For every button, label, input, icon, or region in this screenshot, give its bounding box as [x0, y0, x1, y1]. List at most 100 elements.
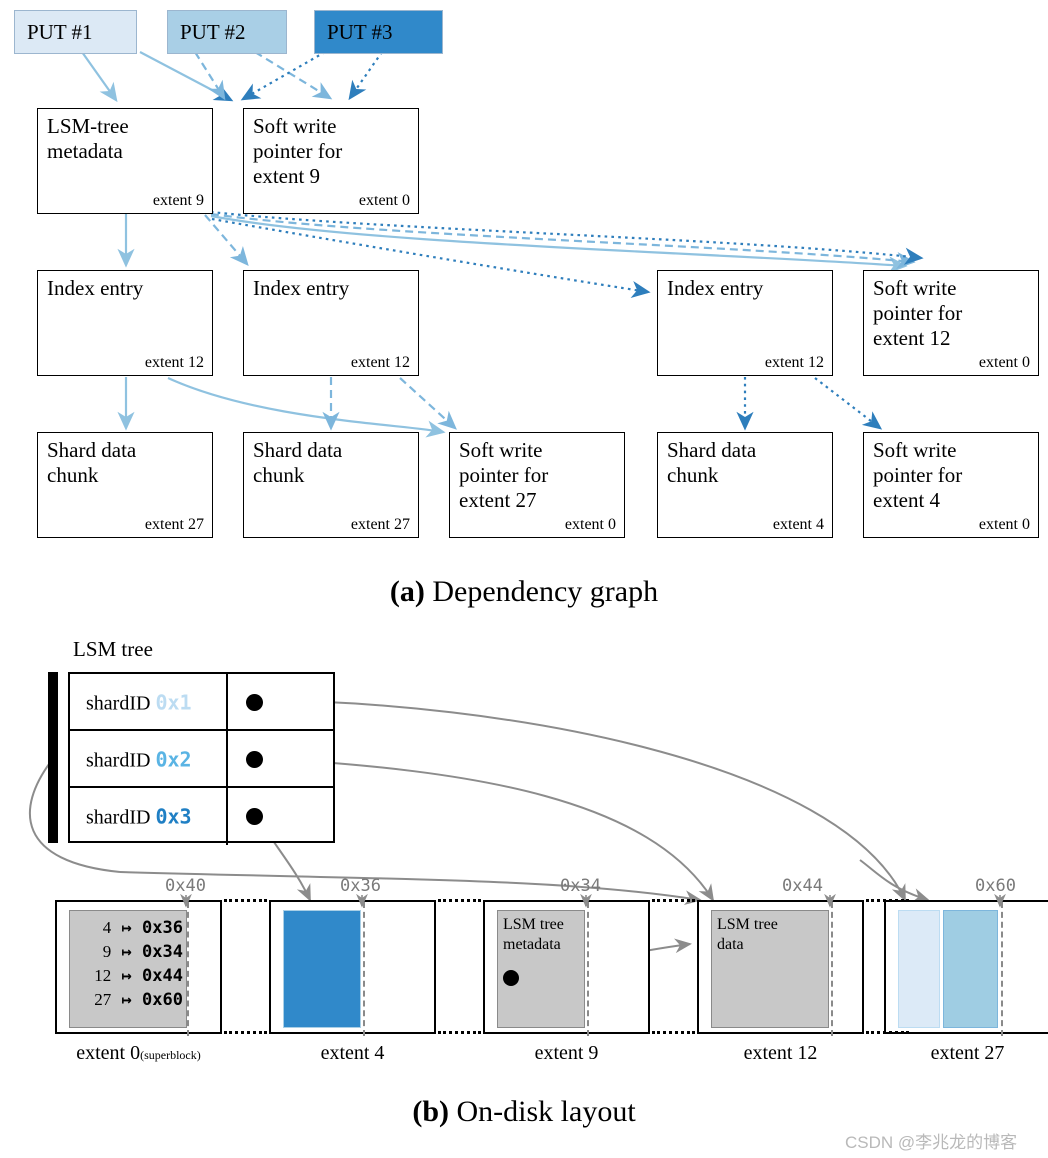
lsm-tree-side-bar	[48, 672, 58, 843]
extent-label-4: extent 4	[269, 1042, 436, 1065]
node-extent-label: extent 12	[144, 354, 204, 371]
disk-extent-12[interactable]: LSM tree data	[697, 900, 864, 1036]
node-extent-label: extent 0	[978, 354, 1030, 371]
shardid-value: 0x1	[155, 690, 192, 714]
mapping-arrow-icon: ↦	[121, 990, 132, 1010]
node-shard-data-chunk-2[interactable]: Shard data chunk extent 27	[243, 432, 419, 538]
put-box-2-label: PUT #2	[180, 19, 246, 44]
cell-divider	[226, 731, 228, 788]
node-shard-data-chunk-1[interactable]: Shard data chunk extent 27	[37, 432, 213, 538]
shard-row-label: shardID 0x3	[86, 804, 192, 829]
watermark: CSDN @李兆龙的博客	[845, 1133, 1018, 1152]
node-shard-data-chunk-3[interactable]: Shard data chunk extent 4	[657, 432, 833, 538]
offset-label-0x60: 0x60	[975, 876, 1016, 896]
put-box-2[interactable]: PUT #2	[167, 10, 287, 54]
node-index-entry-2[interactable]: Index entry extent 12	[243, 270, 419, 376]
cell-divider	[226, 674, 228, 731]
node-title: Index entry	[47, 276, 144, 300]
offset-label-0x36: 0x36	[340, 876, 381, 896]
mapping-arrow-icon: ↦	[121, 966, 132, 986]
mapping-key: 9	[102, 942, 112, 961]
node-extent-label: extent 4	[772, 516, 824, 533]
node-title: Index entry	[667, 276, 764, 300]
table-row[interactable]: shardID 0x3	[70, 788, 333, 845]
node-index-entry-1[interactable]: Index entry extent 12	[37, 270, 213, 376]
put-box-3[interactable]: PUT #3	[314, 10, 443, 54]
figure-root: PUT #1 PUT #2 PUT #3 LSM-tree metadata e…	[0, 0, 1048, 1158]
shardid-value: 0x2	[155, 747, 192, 771]
mapping-row: 27 ↦ 0x60	[71, 988, 183, 1012]
mapping-key: 27	[94, 990, 112, 1009]
node-extent-label: extent 0	[564, 516, 616, 533]
node-title: Soft write pointer for extent 12	[873, 276, 963, 350]
extent-gap-rail	[866, 1031, 909, 1034]
extent-sublabel: (superblock)	[140, 1048, 201, 1062]
mapping-value: 0x60	[142, 990, 183, 1010]
extent-label-text: extent 27	[930, 1042, 1005, 1064]
extent-label-text: extent 9	[534, 1042, 599, 1064]
offset-label-0x44: 0x44	[782, 876, 823, 896]
cell-divider	[226, 788, 228, 845]
write-pointer-marker	[831, 902, 833, 1036]
extent-label-27: extent 27	[884, 1042, 1048, 1065]
node-title: Shard data chunk	[47, 438, 137, 487]
node-title: Soft write pointer for extent 9	[253, 114, 343, 188]
mapping-arrow-icon: ↦	[121, 942, 132, 962]
panel-b-caption-text: On-disk layout	[456, 1095, 636, 1128]
lsm-tree-metadata-label: LSM tree metadata	[503, 916, 564, 953]
mapping-value: 0x36	[142, 918, 183, 938]
disk-extent-0[interactable]: 4 ↦ 0x36 9 ↦ 0x34 12 ↦ 0x44 27 ↦ 0x60	[55, 900, 222, 1036]
node-swp-extent9[interactable]: Soft write pointer for extent 9 extent 0	[243, 108, 419, 214]
write-pointer-marker	[363, 902, 365, 1036]
panel-b-caption: (b) On-disk layout	[0, 1095, 1048, 1129]
disk-extent-9[interactable]: LSM tree metadata	[483, 900, 650, 1036]
pointer-dot	[503, 970, 519, 986]
table-row[interactable]: shardID 0x2	[70, 731, 333, 788]
node-extent-label: extent 27	[350, 516, 410, 533]
shardid-text: shardID	[86, 749, 151, 771]
extent-gap-rail	[224, 899, 267, 902]
extent-label-0: extent 0(superblock)	[55, 1042, 222, 1065]
node-title: LSM-tree metadata	[47, 114, 129, 163]
table-row[interactable]: shardID 0x1	[70, 674, 333, 731]
node-swp-extent27[interactable]: Soft write pointer for extent 27 extent …	[449, 432, 625, 538]
write-pointer-marker	[587, 902, 589, 1036]
node-title: Soft write pointer for extent 27	[459, 438, 549, 512]
extent-label-9: extent 9	[483, 1042, 650, 1065]
extent-gap-rail	[866, 899, 909, 902]
extent-label-text: extent 12	[743, 1042, 818, 1064]
node-lsm-metadata[interactable]: LSM-tree metadata extent 9	[37, 108, 213, 214]
shard-data-block-mid	[943, 910, 998, 1028]
node-swp-extent12[interactable]: Soft write pointer for extent 12 extent …	[863, 270, 1039, 376]
offset-label-0x34: 0x34	[560, 876, 601, 896]
mapping-row: 4 ↦ 0x36	[71, 916, 183, 940]
disk-extent-27[interactable]	[884, 900, 1048, 1036]
node-extent-label: extent 27	[144, 516, 204, 533]
write-pointer-marker	[187, 902, 189, 1036]
panel-a-caption-text: Dependency graph	[432, 575, 659, 608]
put-box-1[interactable]: PUT #1	[14, 10, 137, 54]
node-extent-label: extent 12	[350, 354, 410, 371]
put-box-3-label: PUT #3	[327, 19, 393, 44]
mapping-value: 0x44	[142, 966, 183, 986]
shardid-text: shardID	[86, 806, 151, 828]
mapping-key: 4	[102, 918, 112, 937]
shardid-value: 0x3	[155, 804, 192, 828]
lsm-tree-label: LSM tree	[73, 637, 153, 661]
put-box-1-label: PUT #1	[27, 19, 93, 44]
superblock-mapping-table: 4 ↦ 0x36 9 ↦ 0x34 12 ↦ 0x44 27 ↦ 0x60	[71, 916, 183, 1012]
extent-label-text: extent 0	[76, 1042, 141, 1064]
lsm-tree-table[interactable]: shardID 0x1 shardID 0x2 shardID 0x3	[68, 672, 335, 845]
lsm-tree-data-label: LSM tree data	[717, 916, 778, 953]
shard-row-label: shardID 0x2	[86, 747, 192, 772]
node-extent-label: extent 12	[764, 354, 824, 371]
node-index-entry-3[interactable]: Index entry extent 12	[657, 270, 833, 376]
disk-extent-4[interactable]	[269, 900, 436, 1036]
mapping-row: 12 ↦ 0x44	[71, 964, 183, 988]
node-swp-extent4[interactable]: Soft write pointer for extent 4 extent 0	[863, 432, 1039, 538]
extent-gap-rail	[438, 899, 481, 902]
mapping-row: 9 ↦ 0x34	[71, 940, 183, 964]
panel-a-caption: (a) Dependency graph	[0, 575, 1048, 609]
mapping-arrow-icon: ↦	[121, 918, 132, 938]
offset-label-0x40: 0x40	[165, 876, 206, 896]
